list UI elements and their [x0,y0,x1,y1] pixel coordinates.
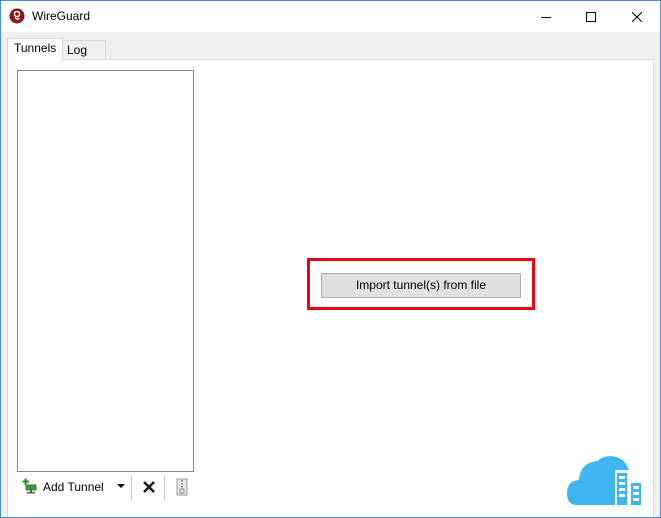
window-title: WireGuard [32,9,91,23]
tab-strip: Tunnels Log [1,32,660,61]
cloud-logo-icon [567,453,649,505]
wireguard-window: WireGuard Tunnels Log Add Tunnel Import … [0,0,661,518]
tab-log[interactable]: Log [60,40,106,60]
wireguard-logo-icon [9,8,25,24]
import-tunnels-button[interactable]: Import tunnel(s) from file [321,273,521,298]
dropdown-arrow-icon[interactable] [117,484,125,488]
tunnel-toolbar: Add Tunnel [17,473,197,501]
add-tunnel-label: Add Tunnel [43,480,104,494]
tunnel-list[interactable] [17,70,194,472]
tab-tunnels[interactable]: Tunnels [7,38,64,61]
export-zip-icon[interactable] [176,478,188,496]
toolbar-separator [164,476,165,500]
minimize-icon [541,12,551,22]
close-button[interactable] [614,1,660,32]
title-bar[interactable]: WireGuard [1,1,660,32]
delete-x-icon[interactable] [141,479,157,495]
toolbar-separator [131,476,132,500]
maximize-button[interactable] [568,1,614,32]
close-icon [632,11,642,22]
add-tunnel-icon [22,478,38,497]
minimize-button[interactable] [523,1,569,32]
maximize-icon [586,11,596,22]
add-tunnel-button[interactable]: Add Tunnel [22,477,104,497]
